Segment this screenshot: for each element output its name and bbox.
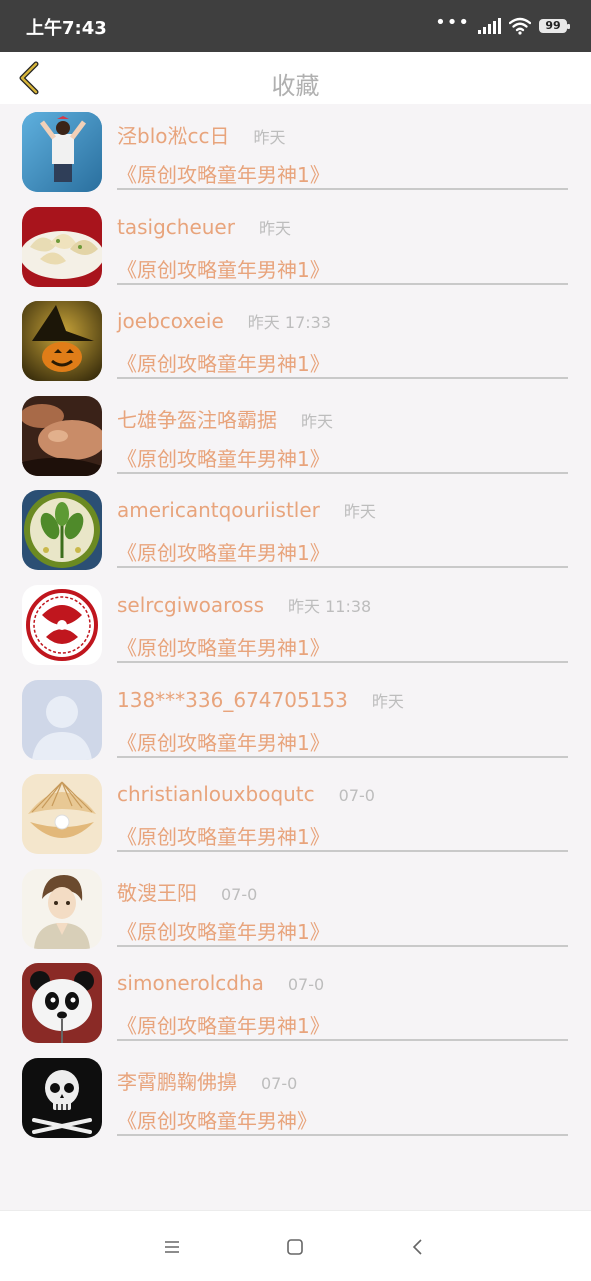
favorite-title-link[interactable]: 《原创攻略童年男神1》: [117, 1010, 330, 1039]
status-icons: ••• 99: [435, 12, 570, 38]
user-name[interactable]: 七雄争盔注咯霸据 昨天: [117, 404, 333, 433]
favorites-list: 泾blo淞cc日 昨天 《原创攻略童年男神1》 tasigcheuer 昨天 《原创…: [0, 104, 591, 1145]
photo-shell-pearl-avatar: [22, 774, 102, 855]
list-item[interactable]: 138***336_674705153 昨天 《原创攻略童年男神1》: [0, 672, 591, 767]
avatar[interactable]: [22, 774, 102, 855]
user-name[interactable]: 138***336_674705153 昨天: [117, 688, 404, 712]
favorite-title-link[interactable]: 《原创攻略童年男神1》: [117, 537, 330, 566]
divider: [117, 660, 568, 663]
divider: [117, 377, 568, 380]
photo-leaf-plate-avatar: [22, 490, 102, 571]
timestamp: 昨天 17:33: [247, 313, 331, 333]
list-item[interactable]: 敬溲王阳 07-0 《原创攻略童年男神1》: [0, 861, 591, 956]
menu-icon: [165, 1241, 179, 1253]
wifi-icon: [509, 17, 531, 35]
nav-back-button[interactable]: [406, 1235, 430, 1259]
user-name[interactable]: 泾blo淞cc日 昨天: [117, 120, 286, 149]
signal-icon: [478, 18, 501, 34]
favorite-title-link[interactable]: 《原创攻略童年男神1》: [117, 348, 330, 377]
user-name[interactable]: tasigcheuer 昨天: [117, 215, 291, 239]
panda-cartoon-avatar: [22, 963, 102, 1044]
divider: [117, 1133, 568, 1136]
favorite-title-link[interactable]: 《原创攻略童年男神1》: [117, 443, 330, 472]
divider: [117, 755, 568, 758]
anime-boy-avatar: [22, 868, 102, 949]
user-name[interactable]: selrcgiwoaross 昨天 11:38: [117, 593, 371, 617]
timestamp: 07-0: [221, 884, 258, 904]
user-name[interactable]: americantqouriistler 昨天: [117, 498, 376, 522]
user-name[interactable]: 敬溲王阳 07-0: [117, 877, 257, 906]
system-nav-bar: [0, 1210, 591, 1281]
divider: [117, 850, 568, 853]
skull-crossbones-avatar: [22, 1057, 102, 1138]
avatar[interactable]: [22, 868, 102, 949]
avatar[interactable]: [22, 112, 102, 192]
timestamp: 昨天: [301, 411, 334, 431]
timestamp: 昨天: [371, 691, 404, 711]
list-item[interactable]: 七雄争盔注咯霸据 昨天 《原创攻略童年男神1》: [0, 388, 591, 483]
user-name[interactable]: joebcoxeie 昨天 17:33: [117, 309, 331, 333]
timestamp: 07-0: [287, 975, 325, 995]
divider: [117, 282, 568, 285]
status-bar: 上午7:43 ••• 99: [0, 0, 591, 52]
favorite-title-link[interactable]: 《原创攻略童年男神1》: [117, 632, 330, 661]
menu-button[interactable]: [160, 1235, 184, 1259]
photo-dumplings-avatar: [22, 206, 102, 287]
battery-icon: 99: [539, 19, 570, 33]
square-home-icon: [287, 1239, 303, 1255]
timestamp: 昨天: [343, 502, 376, 522]
favorite-title-link[interactable]: 《原创攻略童年男神》: [117, 1105, 317, 1134]
avatar[interactable]: [22, 395, 102, 476]
triangle-back-icon: [412, 1239, 422, 1255]
timestamp: 昨天: [258, 218, 291, 238]
avatar[interactable]: [22, 490, 102, 571]
list-item[interactable]: 李霄鹏鞠佛擤 07-0 《原创攻略童年男神》: [0, 1050, 591, 1145]
favorite-title-link[interactable]: 《原创攻略童年男神1》: [117, 821, 330, 850]
app-header: 收藏: [0, 52, 591, 104]
avatar[interactable]: [22, 206, 102, 287]
photo-massage-avatar: [22, 395, 102, 476]
list-item[interactable]: americantqouriistler 昨天 《原创攻略童年男神1》: [0, 482, 591, 577]
list-item[interactable]: simonerolcdha 07-0 《原创攻略童年男神1》: [0, 955, 591, 1050]
divider: [117, 566, 568, 569]
favorite-title-link[interactable]: 《原创攻略童年男神1》: [117, 916, 330, 945]
photo-halloween-pumpkin-avatar: [22, 301, 102, 382]
list-item[interactable]: tasigcheuer 昨天 《原创攻略童年男神1》: [0, 199, 591, 294]
notification-dots-icon: •••: [435, 12, 470, 33]
divider: [117, 471, 568, 474]
page-title: 收藏: [271, 72, 320, 100]
avatar[interactable]: [22, 584, 102, 665]
divider: [117, 1039, 568, 1042]
home-button[interactable]: [283, 1235, 307, 1259]
status-time: 上午7:43: [26, 18, 107, 39]
timestamp: 07-0: [261, 1073, 298, 1093]
user-name[interactable]: 李霄鹏鞠佛擤 07-0: [117, 1066, 297, 1095]
avatar[interactable]: [22, 1057, 102, 1138]
list-item[interactable]: 泾blo淞cc日 昨天 《原创攻略童年男神1》: [0, 104, 591, 199]
avatar[interactable]: [22, 301, 102, 382]
timestamp: 昨天 11:38: [288, 596, 372, 616]
timestamp: 07-0: [338, 786, 375, 806]
timestamp: 昨天: [253, 128, 286, 147]
list-item[interactable]: christianlouxboqutc 07-0 《原创攻略童年男神1》: [0, 766, 591, 861]
avatar[interactable]: [22, 963, 102, 1044]
divider: [117, 188, 568, 190]
photo-papercut-avatar: [22, 584, 102, 665]
favorite-title-link[interactable]: 《原创攻略童年男神1》: [117, 727, 330, 756]
photo-girl-wall-avatar: [22, 112, 102, 192]
list-item[interactable]: selrcgiwoaross 昨天 11:38 《原创攻略童年男神1》: [0, 577, 591, 672]
user-name[interactable]: christianlouxboqutc 07-0: [117, 782, 375, 806]
list-item[interactable]: joebcoxeie 昨天 17:33 《原创攻略童年男神1》: [0, 293, 591, 388]
user-name[interactable]: simonerolcdha 07-0: [117, 971, 324, 995]
avatar[interactable]: [22, 679, 102, 760]
favorite-title-link[interactable]: 《原创攻略童年男神1》: [117, 254, 330, 283]
divider: [117, 944, 568, 947]
favorite-title-link[interactable]: 《原创攻略童年男神1》: [117, 159, 330, 188]
default-avatar-icon: [22, 679, 102, 760]
